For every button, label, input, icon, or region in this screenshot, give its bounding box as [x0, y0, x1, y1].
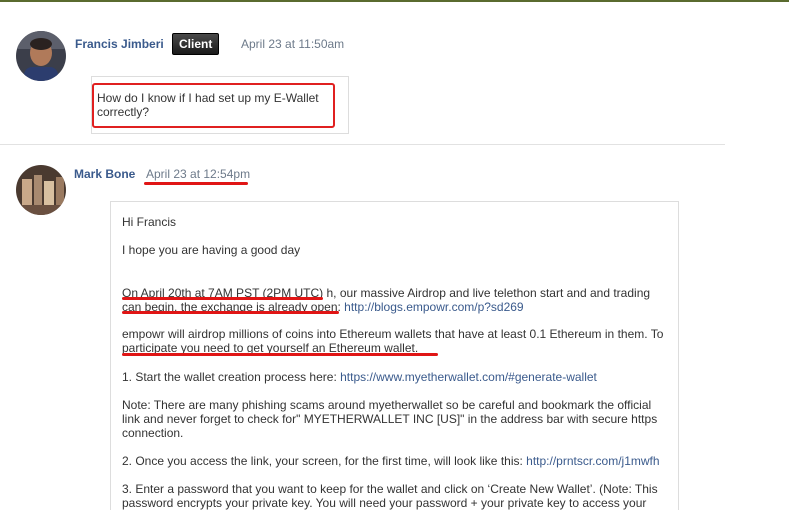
comment-timestamp[interactable]: April 23 at 12:54pm [146, 167, 250, 181]
author-name-francis[interactable]: Francis Jimberi [75, 37, 164, 51]
message-paragraph: 3. Enter a password that you want to kee… [122, 482, 658, 510]
annotation-underline [122, 311, 339, 314]
message-paragraph: empowr will airdrop millions of coins in… [122, 327, 664, 355]
myetherwallet-link[interactable]: https://www.myetherwallet.com/#generate-… [340, 370, 597, 384]
message-paragraph: 2. Once you access the link, your screen… [122, 454, 667, 468]
author-name-mark[interactable]: Mark Bone [74, 167, 135, 181]
annotation-underline [122, 353, 438, 356]
message-greeting: Hi Francis [122, 215, 177, 229]
comment-divider [0, 144, 725, 145]
message-paragraph: I hope you are having a good day [122, 243, 301, 257]
avatar-image [16, 165, 66, 215]
top-border [0, 0, 789, 2]
paragraph-text: 1. Start the wallet creation process her… [122, 370, 341, 384]
paragraph-text: 2. Once you access the link, your screen… [122, 454, 527, 468]
annotation-underline [122, 297, 323, 300]
avatar-mark[interactable] [16, 165, 66, 215]
annotation-red-box [92, 83, 335, 128]
annotation-underline [144, 182, 248, 185]
comment-timestamp[interactable]: April 23 at 11:50am [241, 37, 344, 51]
blog-link[interactable]: http://blogs.empowr.com/p?sd269 [344, 300, 523, 314]
client-badge: Client [172, 33, 220, 55]
message-paragraph: On April 20th at 7AM PST (2PM UTC) h, ou… [122, 286, 667, 314]
screenshot-link[interactable]: http://prntscr.com/j1mwfh [526, 454, 659, 468]
message-paragraph: 1. Start the wallet creation process her… [122, 370, 667, 384]
avatar-francis[interactable] [16, 31, 66, 81]
message-paragraph: Note: There are many phishing scams arou… [122, 398, 658, 440]
avatar-image [16, 31, 66, 81]
